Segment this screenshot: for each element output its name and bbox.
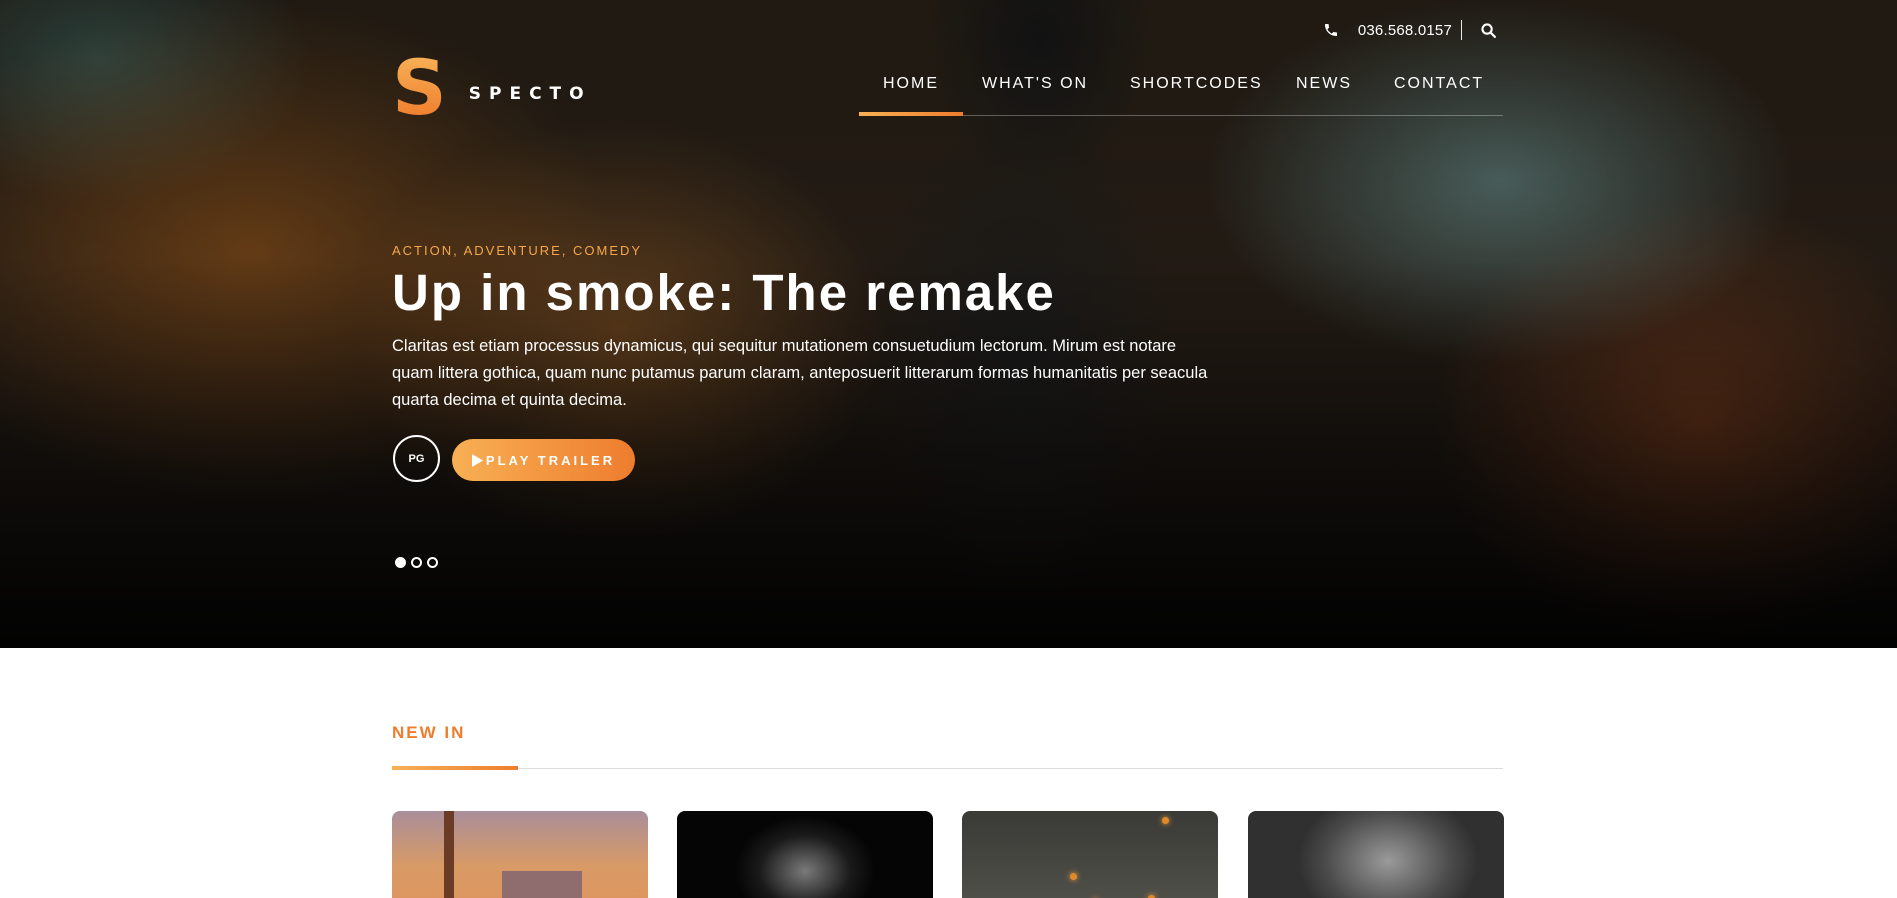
movie-card-1[interactable] [392, 811, 648, 898]
topbar-divider [1461, 20, 1462, 40]
nav-item-contact[interactable]: CONTACT [1394, 75, 1484, 93]
nav-item-news[interactable]: NEWS [1296, 75, 1352, 93]
movie-genres: ACTION, ADVENTURE, COMEDY [392, 243, 643, 258]
nav-item-home[interactable]: HOME [859, 75, 963, 116]
card-image-detail [502, 871, 582, 898]
movie-card-4[interactable] [1248, 811, 1504, 898]
top-contact-bar: 036.568.0157 [1322, 18, 1497, 42]
movie-card-3[interactable] [962, 811, 1218, 898]
rating-badge: PG [393, 435, 440, 482]
section-title-new-in: NEW IN [392, 723, 466, 742]
hero-slider: 036.568.0157 S SPECTO HOME WHAT'S ON SHO… [0, 0, 1897, 648]
main-nav: HOME WHAT'S ON SHORTCODES NEWS CONTACT [859, 60, 1503, 116]
logo-text: SPECTO [468, 84, 592, 104]
slider-dot-2[interactable] [411, 557, 422, 568]
play-trailer-label: PLAY TRAILER [485, 452, 616, 468]
section-accent-bar [392, 766, 518, 770]
card-image-detail [1070, 873, 1077, 880]
card-image-detail [444, 811, 454, 898]
slider-dot-3[interactable] [427, 557, 438, 568]
nav-item-shortcodes[interactable]: SHORTCODES [1130, 75, 1263, 93]
movie-description: Claritas est etiam processus dynamicus, … [392, 337, 1208, 409]
phone-number[interactable]: 036.568.0157 [1358, 22, 1452, 39]
slider-dots [395, 557, 443, 568]
card-image-detail [1162, 817, 1169, 824]
search-icon[interactable] [1479, 21, 1497, 39]
nav-item-whats-on[interactable]: WHAT'S ON [982, 75, 1088, 93]
section-divider [392, 768, 1503, 769]
site-logo[interactable]: S SPECTO [392, 43, 592, 132]
slider-dot-1[interactable] [395, 557, 406, 568]
play-icon [471, 453, 483, 467]
movie-title: Up in smoke: The remake [392, 264, 1056, 321]
play-trailer-button[interactable]: PLAY TRAILER [452, 439, 635, 481]
phone-icon [1322, 21, 1340, 39]
logo-mark: S [392, 43, 447, 132]
movie-card-2[interactable] [677, 811, 933, 898]
